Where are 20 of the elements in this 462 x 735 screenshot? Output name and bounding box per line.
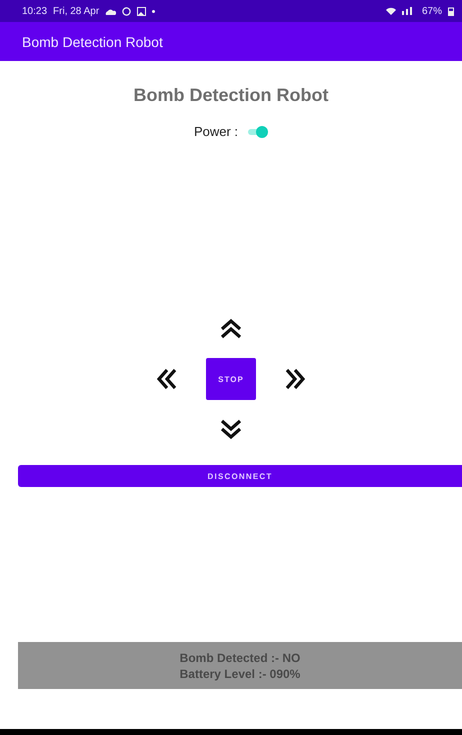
wifi-icon — [386, 7, 396, 15]
status-line: Bomb Detected :- NO — [180, 650, 300, 664]
disconnect-button[interactable]: DISCONNECT — [18, 465, 462, 487]
power-label: Power : — [194, 124, 238, 139]
clock-time: 10:23 — [22, 6, 48, 16]
down-chevron-icon[interactable] — [219, 418, 243, 442]
up-chevron-icon[interactable] — [219, 316, 243, 340]
stop-button[interactable]: STOP — [206, 358, 256, 400]
app-title: Bomb Detection Robot — [22, 34, 163, 50]
cloud-icon — [105, 8, 116, 14]
right-chevron-icon[interactable] — [284, 367, 308, 391]
status-line: Battery Level :- 090% — [180, 666, 300, 680]
date-text: Fri, 28 Apr — [53, 6, 100, 16]
battery-icon — [448, 6, 454, 16]
dot-icon — [152, 10, 156, 12]
page-heading: Bomb Detection Robot — [132, 85, 330, 106]
power-switch[interactable] — [246, 124, 268, 138]
battery-percent: 67% — [422, 6, 442, 16]
image-icon — [137, 6, 146, 16]
left-chevron-icon[interactable] — [154, 367, 178, 391]
